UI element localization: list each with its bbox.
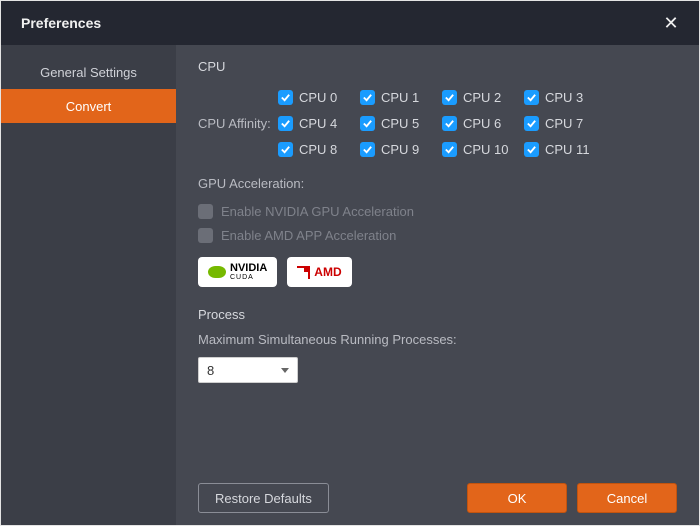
button-label: Cancel <box>607 491 647 506</box>
checkbox-icon <box>198 204 213 219</box>
process-section: Process Maximum Simultaneous Running Pro… <box>198 307 677 383</box>
cpu-checkbox-3[interactable]: CPU 3 <box>524 90 606 105</box>
cpu-checkbox-1[interactable]: CPU 1 <box>360 90 442 105</box>
chevron-down-icon <box>281 368 289 373</box>
ok-button[interactable]: OK <box>467 483 567 513</box>
cpu-label: CPU 9 <box>381 142 419 157</box>
checkbox-icon <box>360 142 375 157</box>
cpu-affinity-group: CPU Affinity: CPU 0 CPU 1 C <box>198 84 677 162</box>
cpu-checkbox-11[interactable]: CPU 11 <box>524 142 606 157</box>
sidebar: General Settings Convert <box>1 45 176 525</box>
cpu-label: CPU 1 <box>381 90 419 105</box>
cpu-rows: CPU 0 CPU 1 CPU 2 CPU 3 <box>278 84 677 162</box>
checkbox-icon <box>442 142 457 157</box>
sidebar-item-label: Convert <box>66 99 112 114</box>
gpu-nvidia-checkbox[interactable]: Enable NVIDIA GPU Acceleration <box>198 199 677 223</box>
checkbox-icon <box>360 90 375 105</box>
gpu-section: GPU Acceleration: Enable NVIDIA GPU Acce… <box>198 176 677 287</box>
amd-badge-text: AMD <box>314 265 341 279</box>
close-icon[interactable]: ✕ <box>659 13 683 34</box>
checkbox-icon <box>524 116 539 131</box>
content-panel: CPU CPU Affinity: CPU 0 CPU 1 <box>176 45 699 525</box>
cpu-affinity-label: CPU Affinity: <box>198 110 278 136</box>
nvidia-icon <box>208 266 226 278</box>
checkbox-icon <box>278 90 293 105</box>
cpu-label: CPU 6 <box>463 116 501 131</box>
gpu-badges: NVIDIA CUDA AMD <box>198 257 677 287</box>
cpu-checkbox-7[interactable]: CPU 7 <box>524 116 606 131</box>
titlebar: Preferences ✕ <box>1 1 699 45</box>
cpu-label: CPU 10 <box>463 142 509 157</box>
button-label: OK <box>508 491 527 506</box>
cancel-button[interactable]: Cancel <box>577 483 677 513</box>
checkbox-icon <box>278 116 293 131</box>
restore-defaults-button[interactable]: Restore Defaults <box>198 483 329 513</box>
cpu-label: CPU 11 <box>545 142 590 157</box>
process-count-value: 8 <box>207 363 214 378</box>
gpu-section-title: GPU Acceleration: <box>198 176 677 191</box>
cpu-checkbox-8[interactable]: CPU 8 <box>278 142 360 157</box>
cpu-label: CPU 0 <box>299 90 337 105</box>
cpu-checkbox-2[interactable]: CPU 2 <box>442 90 524 105</box>
sidebar-item-convert[interactable]: Convert <box>1 89 176 123</box>
cpu-row: CPU 8 CPU 9 CPU 10 CPU 11 <box>278 136 677 162</box>
process-label: Maximum Simultaneous Running Processes: <box>198 332 677 347</box>
cpu-section-title: CPU <box>198 59 677 74</box>
cpu-row: CPU 0 CPU 1 CPU 2 CPU 3 <box>278 84 677 110</box>
cpu-checkbox-9[interactable]: CPU 9 <box>360 142 442 157</box>
cpu-checkbox-6[interactable]: CPU 6 <box>442 116 524 131</box>
cpu-checkbox-4[interactable]: CPU 4 <box>278 116 360 131</box>
button-label: Restore Defaults <box>215 491 312 506</box>
preferences-window: Preferences ✕ General Settings Convert C… <box>0 0 700 526</box>
gpu-nvidia-label: Enable NVIDIA GPU Acceleration <box>221 204 414 219</box>
cpu-checkbox-0[interactable]: CPU 0 <box>278 90 360 105</box>
checkbox-icon <box>524 90 539 105</box>
spacer <box>198 383 677 475</box>
amd-badge[interactable]: AMD <box>287 257 351 287</box>
cpu-label: CPU 7 <box>545 116 583 131</box>
checkbox-icon <box>198 228 213 243</box>
cpu-checkbox-10[interactable]: CPU 10 <box>442 142 524 157</box>
nvidia-badge[interactable]: NVIDIA CUDA <box>198 257 277 287</box>
amd-icon <box>297 266 310 279</box>
checkbox-icon <box>524 142 539 157</box>
window-title: Preferences <box>21 15 101 31</box>
cpu-label: CPU 4 <box>299 116 337 131</box>
cpu-checkbox-5[interactable]: CPU 5 <box>360 116 442 131</box>
cpu-label: CPU 2 <box>463 90 501 105</box>
cpu-label: CPU 5 <box>381 116 419 131</box>
checkbox-icon <box>442 116 457 131</box>
checkbox-icon <box>360 116 375 131</box>
process-section-title: Process <box>198 307 677 322</box>
cpu-row: CPU 4 CPU 5 CPU 6 CPU 7 <box>278 110 677 136</box>
checkbox-icon <box>278 142 293 157</box>
sidebar-item-general-settings[interactable]: General Settings <box>1 55 176 89</box>
checkbox-icon <box>442 90 457 105</box>
process-count-select[interactable]: 8 <box>198 357 298 383</box>
footer-buttons: Restore Defaults OK Cancel <box>198 483 677 513</box>
cpu-label: CPU 8 <box>299 142 337 157</box>
nvidia-badge-sub: CUDA <box>230 274 267 281</box>
nvidia-badge-text: NVIDIA <box>230 263 267 274</box>
window-body: General Settings Convert CPU CPU Affinit… <box>1 45 699 525</box>
cpu-label: CPU 3 <box>545 90 583 105</box>
gpu-amd-label: Enable AMD APP Acceleration <box>221 228 396 243</box>
gpu-amd-checkbox[interactable]: Enable AMD APP Acceleration <box>198 223 677 247</box>
sidebar-item-label: General Settings <box>40 65 137 80</box>
